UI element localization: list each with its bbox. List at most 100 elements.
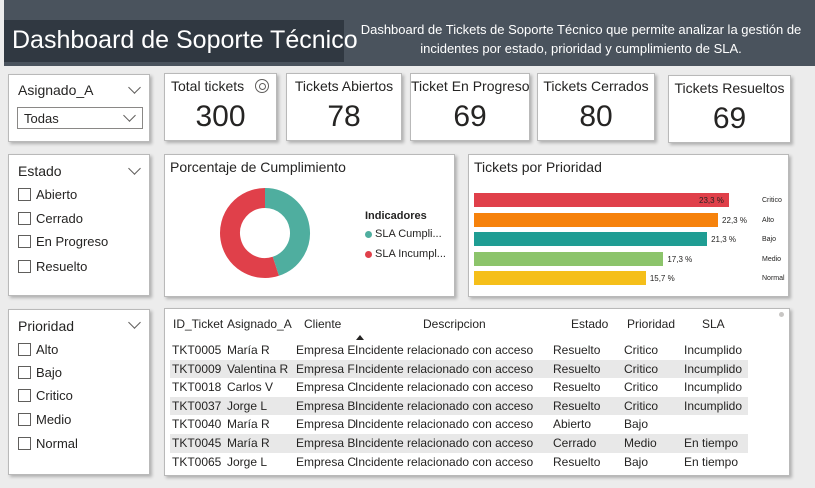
checkbox[interactable] (18, 412, 31, 426)
estado-option[interactable]: En Progreso (18, 232, 108, 250)
checkbox[interactable] (18, 234, 31, 248)
sort-ascending-icon[interactable] (356, 335, 364, 340)
prioridad-option[interactable]: Bajo (18, 363, 62, 381)
table-row[interactable]: TKT0040 María R Empresa D Incidente relacio… (170, 415, 748, 434)
column-header[interactable]: Asignado_A (227, 317, 292, 331)
column-header[interactable]: Prioridad (627, 317, 675, 331)
table-cell: Empresa E (296, 343, 356, 357)
table-cell: Empresa B (296, 398, 356, 413)
legend-dot (365, 250, 372, 258)
table-cell: Incumplido (684, 398, 743, 413)
page-description: Dashboard de Tickets de Soporte Técnico … (360, 22, 802, 56)
bar-value-label: 17,3 % (667, 254, 693, 264)
kpi-tickets-resueltos: Tickets Resueltos 69 (668, 75, 791, 143)
table-row[interactable]: TKT0009 Valentina R Empresa F Incidente rel… (170, 359, 748, 379)
table-cell: Valentina R (227, 361, 289, 376)
title-box: Dashboard de Soporte Técnico (4, 20, 358, 62)
donut-chart-panel: Porcentaje de Cumplimiento Indicadores S… (164, 154, 455, 297)
chevron-down-icon[interactable] (128, 316, 141, 329)
table-cell: Empresa B (296, 435, 356, 450)
table-cell: Incumplido (684, 343, 743, 357)
estado-option[interactable]: Cerrado (18, 209, 83, 227)
option-label: En Progreso (36, 233, 109, 249)
bar-normal[interactable] (474, 271, 646, 285)
checkbox[interactable] (18, 365, 31, 379)
table-cell: Jorge L (227, 398, 268, 413)
kpi-value: 80 (579, 100, 613, 133)
column-header[interactable]: Estado (571, 317, 608, 331)
donut-slice-sla-incumplido[interactable] (220, 188, 279, 278)
table-row[interactable]: TKT0045 María R Empresa B Incidente relacio… (170, 433, 748, 453)
estado-option[interactable]: Resuelto (18, 257, 87, 275)
header: Dashboard de Soporte Técnico Dashboard d… (0, 0, 815, 66)
scrollbar-thumb[interactable] (779, 312, 784, 317)
checkbox[interactable] (18, 211, 31, 225)
option-label: Cerrado (36, 210, 83, 226)
kpi-ticket-en-progreso: Ticket En Progreso 69 (410, 73, 530, 141)
legend-item-sla-incumplido[interactable]: SLA Incumpl... (365, 248, 446, 260)
column-header[interactable]: ID_Ticket (173, 317, 223, 331)
table-cell: María R (227, 435, 270, 450)
kpi-value: 69 (453, 100, 487, 133)
kpi-total-tickets: Total tickets 300 (164, 73, 277, 141)
table-row[interactable]: TKT0037 Jorge L Empresa B Incidente relacio… (170, 396, 748, 416)
table-cell: Empresa D (296, 417, 357, 432)
bar-value-label: 21,3 % (711, 235, 737, 244)
table-cell: Incidente relacionado con acceso (355, 343, 534, 357)
bar-critico[interactable] (474, 193, 729, 207)
column-header[interactable]: Descripcion (423, 317, 486, 331)
table-row[interactable]: TKT0005 María R Empresa E Incidente relacio… (170, 341, 748, 360)
table-cell: Jorge L (227, 454, 268, 469)
table-row[interactable]: TKT0018 Carlos V Empresa C Incidente relaci… (170, 378, 748, 397)
bar-category-label: Medio (762, 255, 782, 263)
estado-option[interactable]: Abierto (18, 185, 77, 203)
bar-medio[interactable] (474, 251, 664, 266)
checkbox[interactable] (18, 259, 31, 273)
checkbox[interactable] (18, 342, 31, 356)
bar-category-label: Bajo (762, 236, 777, 243)
table-cell: TKT0040 (172, 417, 222, 432)
table-cell: Cerrado (553, 435, 597, 450)
kpi-label: Tickets Cerrados (543, 78, 649, 94)
table-cell: TKT0037 (172, 398, 222, 413)
table-body: TKT0005 María R Empresa E Incidente relacio… (170, 341, 748, 471)
tickets-table: ID_Ticket Asignado_A Cliente Descripcion… (164, 308, 790, 476)
column-header[interactable]: Cliente (304, 317, 341, 331)
table-cell: Bajo (624, 417, 649, 432)
table-cell: TKT0005 (172, 343, 222, 357)
donut-slice-sla-cumplido[interactable] (264, 188, 310, 276)
info-icon[interactable] (255, 79, 269, 93)
table-cell: Incidente relacionado con acceso (355, 454, 534, 469)
prioridad-option[interactable]: Alto (18, 340, 58, 358)
chevron-down-icon[interactable] (128, 162, 141, 175)
asignado-dropdown[interactable]: Todas (17, 107, 143, 129)
table-row[interactable]: TKT0065 Jorge L Empresa C Incidente relacio… (170, 453, 748, 472)
chevron-down-icon[interactable] (128, 81, 141, 94)
column-header[interactable]: SLA (702, 317, 725, 331)
prioridad-option[interactable]: Critico (18, 386, 73, 404)
prioridad-option[interactable]: Normal (18, 434, 78, 452)
table-cell: En tiempo (684, 454, 739, 469)
bar-bajo[interactable] (474, 232, 708, 246)
option-label: Bajo (36, 364, 63, 380)
bar-alto[interactable] (474, 212, 719, 227)
chevron-down-icon (123, 109, 136, 122)
table-cell: Empresa C (296, 454, 357, 469)
table-cell: Critico (624, 398, 659, 413)
checkbox[interactable] (18, 187, 31, 201)
checkbox[interactable] (18, 436, 31, 450)
bar-chart: 23,3 % Critico 22,3 % Alto 21,3 % Bajo 17,3 % M… (474, 193, 786, 293)
donut-chart[interactable] (217, 185, 313, 281)
table-cell: Medio (624, 435, 657, 450)
checkbox[interactable] (18, 388, 31, 402)
legend-item-sla-cumplido[interactable]: SLA Cumpli... (365, 228, 442, 240)
option-label: Abierto (36, 186, 78, 202)
option-label: Resuelto (36, 258, 88, 274)
prioridad-option[interactable]: Medio (18, 410, 71, 428)
table-cell: TKT0009 (172, 361, 222, 376)
table-cell: Incumplido (684, 361, 743, 376)
slicer-estado: Estado Abierto Cerrado En Progreso Resue… (8, 154, 150, 296)
chart-title: Tickets por Prioridad (474, 159, 602, 175)
option-label: Medio (36, 411, 72, 427)
bar-value-label: 15,7 % (649, 274, 675, 283)
